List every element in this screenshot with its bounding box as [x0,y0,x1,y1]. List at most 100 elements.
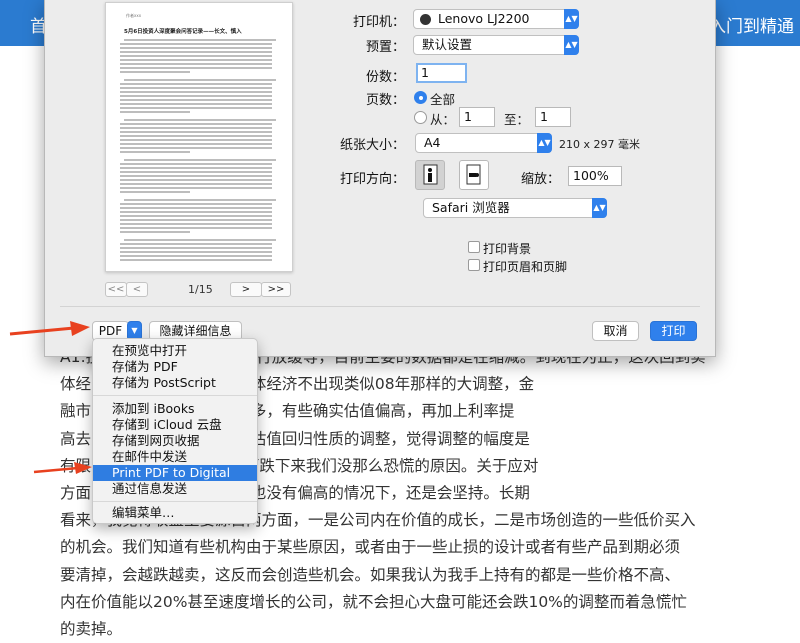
menu-item-save-to-icloud[interactable]: 存储到 iCloud 云盘 [93,417,257,433]
chevron-updown-icon: ▲▼ [564,9,579,29]
preview-text-line [120,63,272,65]
preview-text-line [124,159,276,161]
pages-all-label: 全部 [430,92,456,107]
menu-separator [93,395,257,396]
menu-item-edit-menu[interactable]: 编辑菜单… [93,505,257,521]
preview-text-line [120,111,190,113]
app-options-select[interactable]: Safari 浏览器 ▲▼ [423,198,607,218]
preview-text-line [120,47,272,49]
preview-text-line [120,211,272,213]
print-preview-page: 作者xxx 5月6日投资人深度聚会问答记录——长文、慎入 [105,2,293,272]
print-headers-footers-label: 打印页眉和页脚 [483,260,568,274]
preview-text-line [120,59,272,61]
printer-label: 打印机： [352,15,405,30]
menu-item-send-via-messages[interactable]: 通过信息发送 [93,481,257,497]
preset-select[interactable]: 默认设置 ▲▼ [413,35,579,55]
preview-text-line [120,143,272,145]
pages-range-radio[interactable] [414,111,427,124]
menu-item-add-to-ibooks[interactable]: 添加到 iBooks [93,401,257,417]
preview-text-line [120,203,272,205]
preview-text-line [120,51,272,53]
print-backgrounds-checkbox[interactable] [468,241,480,253]
paper-size-value: A4 [424,135,441,150]
preview-text-line [120,83,272,85]
printer-select[interactable]: Lenovo LJ2200 ▲▼ [413,9,579,29]
print-button[interactable]: 打印 [650,321,697,341]
pages-from-field[interactable]: 1 [459,107,495,127]
preview-text-line [120,43,272,45]
copies-field[interactable]: 1 [416,63,467,83]
preview-text-line [120,103,272,105]
chevron-updown-icon: ▲▼ [564,35,579,55]
copies-label: 份数： [365,70,405,85]
site-header-right-text[interactable]: 入门到精通 [709,12,794,37]
preview-title: 5月6日投资人深度聚会问答记录——长文、慎入 [124,29,242,35]
preview-text-line [120,243,272,245]
portrait-orientation-button[interactable] [415,160,445,190]
scale-field[interactable]: 100% [568,166,622,186]
preview-text-line [120,131,272,133]
preview-page-indicator: 1/15 [188,283,213,296]
pdf-dropdown-menu: 在预览中打开 存储为 PDF 存储为 PostScript 添加到 iBooks… [92,338,258,524]
dialog-divider [60,306,700,307]
preview-text-line [120,91,272,93]
preview-text-line [120,135,272,137]
preview-text-line [120,71,190,73]
preview-last-page-button[interactable]: >> [261,282,291,297]
orientation-label: 打印方向： [339,172,405,187]
menu-item-save-as-pdf[interactable]: 存储为 PDF [93,359,257,375]
preview-text-line [120,175,272,177]
preview-text-line [120,151,190,153]
app-options-value: Safari 浏览器 [432,200,510,215]
print-dialog: 作者xxx 5月6日投资人深度聚会问答记录——长文、慎入 << < 1/15 >… [44,0,716,357]
preview-first-page-button[interactable]: << [105,282,127,297]
article-line: 要清掉，会越跌越卖，这反而会创造些机会。如果我认为我手上持有的都是一些价格不高、 [60,565,681,584]
menu-separator [93,501,257,502]
print-backgrounds-label: 打印背景 [483,242,532,256]
chevron-down-icon: ▼ [131,326,138,335]
preview-text-line [120,223,272,225]
preview-text-line [120,123,272,125]
preview-text-line [120,107,272,109]
paper-size-select[interactable]: A4 ▲▼ [415,133,552,153]
landscape-orientation-button[interactable] [459,160,489,190]
pages-all-radio[interactable] [414,91,427,104]
preview-text-line [120,171,272,173]
preview-prev-page-button[interactable]: < [126,282,148,297]
article-line: 的机会。我们知道有些机构由于某些原因，或者由于一些止损的设计或者有些产品到期必须 [60,538,681,557]
preview-text-line [120,247,272,249]
menu-item-open-in-preview[interactable]: 在预览中打开 [93,343,257,359]
preview-text-line [120,219,272,221]
printer-select-value: Lenovo LJ2200 [438,11,530,26]
preview-text-line [120,191,190,193]
chevron-updown-icon: ▲▼ [592,198,607,218]
menu-item-send-in-mail[interactable]: 在邮件中发送 [93,449,257,465]
menu-item-save-as-postscript[interactable]: 存储为 PostScript [93,375,257,391]
printer-icon [420,14,431,25]
pages-to-field[interactable]: 1 [535,107,571,127]
preview-text-line [120,87,272,89]
menu-item-save-to-web-receipts[interactable]: 存储到网页收据 [93,433,257,449]
print-headers-footers-checkbox[interactable] [468,259,480,271]
preview-text-line [120,147,272,149]
cancel-button[interactable]: 取消 [592,321,639,341]
scale-label: 缩放： [520,172,560,187]
preview-text-line [124,239,276,241]
landscape-icon [466,164,481,185]
preview-next-page-button[interactable]: > [230,282,262,297]
preview-text-line [120,259,272,261]
preview-text-line [120,139,272,141]
preview-text-line [120,255,272,257]
preview-text-line [120,207,272,209]
preview-text-line [120,95,272,97]
preview-text-line [124,79,276,81]
preview-text-line [120,67,272,69]
pages-to-label: 至： [504,112,530,127]
preview-text-line [124,119,276,121]
preview-text-line [120,55,272,57]
preview-text-line [120,163,272,165]
menu-item-print-to-digital-paper[interactable]: Print PDF to Digital Paper [93,465,257,496]
pages-label: 页数： [365,93,405,108]
preview-text-line [120,99,272,101]
annotation-arrow-icon [9,321,90,336]
